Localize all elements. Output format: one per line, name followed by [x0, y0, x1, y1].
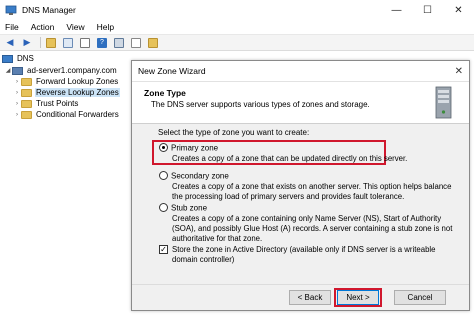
wizard-header: Zone Type The DNS server supports variou… [132, 82, 469, 124]
stub-zone-description: Creates a copy of a zone containing only… [172, 214, 453, 243]
stub-zone-radio[interactable] [159, 203, 168, 213]
option-label: Stub zone [171, 203, 208, 213]
tree-item-trust-points[interactable]: › Trust Points [13, 98, 79, 109]
chevron-right-icon[interactable]: › [13, 112, 21, 118]
option-label: Primary zone [171, 143, 219, 153]
refresh-icon[interactable] [146, 36, 160, 49]
chevron-right-icon[interactable]: › [13, 90, 21, 96]
tree-label: Conditional Forwarders [36, 110, 119, 119]
menu-bar: File Action View Help [0, 20, 474, 34]
tree-label: Forward Lookup Zones [36, 77, 119, 86]
help-icon[interactable]: ? [95, 36, 109, 49]
new-zone-wizard-dialog: New Zone Wizard ✕ Zone Type The DNS serv… [131, 60, 470, 311]
menu-file[interactable]: File [5, 22, 19, 32]
folder-icon [21, 99, 32, 108]
tree-item-reverse-lookup-zones[interactable]: › Reverse Lookup Zones [13, 87, 120, 98]
primary-zone-radio[interactable] [159, 143, 168, 153]
server-tower-icon [433, 86, 455, 120]
tree-label: ad-server1.company.com [27, 66, 117, 75]
tree-item-server[interactable]: ◢ ad-server1.company.com [4, 65, 118, 76]
secondary-zone-radio[interactable] [159, 171, 168, 181]
maximize-button[interactable]: ☐ [412, 0, 443, 20]
wizard-footer: < Back Next > Cancel [132, 284, 469, 310]
zone-type-prompt: Select the type of zone you want to crea… [158, 128, 310, 137]
menu-action[interactable]: Action [31, 22, 55, 32]
console-tree-icon[interactable] [61, 36, 75, 49]
dialog-title-bar: New Zone Wizard ✕ [132, 61, 469, 82]
tree-item-conditional-forwarders[interactable]: › Conditional Forwarders [13, 109, 120, 120]
wizard-step-title: Zone Type [144, 88, 186, 98]
store-in-ad-label: Store the zone in Active Directory (avai… [172, 245, 436, 264]
server-icon[interactable] [112, 36, 126, 49]
primary-zone-option[interactable]: Primary zone [159, 143, 219, 153]
dns-app-icon [5, 5, 17, 16]
tree-label: DNS [17, 54, 34, 63]
folder-icon [21, 88, 32, 97]
secondary-zone-description: Creates a copy of a zone that exists on … [172, 182, 452, 201]
dns-icon [2, 54, 13, 63]
menu-help[interactable]: Help [97, 22, 114, 32]
chevron-right-icon[interactable]: › [13, 101, 21, 107]
folder-icon [21, 77, 32, 86]
tree-label: Reverse Lookup Zones [35, 88, 120, 97]
minimize-button[interactable]: — [381, 0, 412, 20]
tree-item-dns[interactable]: DNS [2, 53, 35, 64]
chevron-down-icon[interactable]: ◢ [4, 67, 12, 74]
window-controls: — ☐ ✕ [381, 0, 474, 20]
store-in-ad-checkbox[interactable]: ✓ [159, 245, 168, 255]
primary-zone-description: Creates a copy of a zone that can be upd… [172, 154, 408, 163]
window-title: DNS Manager [22, 5, 76, 15]
back-icon[interactable]: ◀ [3, 36, 17, 49]
secondary-zone-option[interactable]: Secondary zone [159, 171, 229, 181]
next-button[interactable]: Next > [337, 290, 379, 305]
back-button[interactable]: < Back [289, 290, 331, 305]
console-tree: DNS ◢ ad-server1.company.com › Forward L… [0, 52, 130, 333]
server-icon [12, 66, 23, 75]
option-label: Secondary zone [171, 171, 229, 181]
title-bar: DNS Manager — ☐ ✕ [0, 0, 474, 20]
wizard-body: Select the type of zone you want to crea… [132, 124, 469, 284]
folder-icon [21, 110, 32, 119]
dialog-close-button[interactable]: ✕ [455, 66, 463, 77]
tree-item-forward-lookup-zones[interactable]: › Forward Lookup Zones [13, 76, 119, 87]
stub-zone-option[interactable]: Stub zone [159, 203, 208, 213]
close-button[interactable]: ✕ [443, 0, 474, 20]
menu-view[interactable]: View [66, 22, 84, 32]
dialog-title: New Zone Wizard [138, 66, 206, 76]
chevron-right-icon[interactable]: › [13, 79, 21, 85]
wizard-step-subtitle: The DNS server supports various types of… [151, 100, 370, 109]
folder-up-icon[interactable] [44, 36, 58, 49]
properties-icon[interactable] [78, 36, 92, 49]
tree-label: Trust Points [36, 99, 79, 108]
cancel-button[interactable]: Cancel [394, 290, 446, 305]
toolbar-separator [40, 37, 41, 48]
copy-icon[interactable] [129, 36, 143, 49]
forward-icon[interactable]: ▶ [20, 36, 34, 49]
toolbar: ◀ ▶ ? [0, 34, 474, 51]
